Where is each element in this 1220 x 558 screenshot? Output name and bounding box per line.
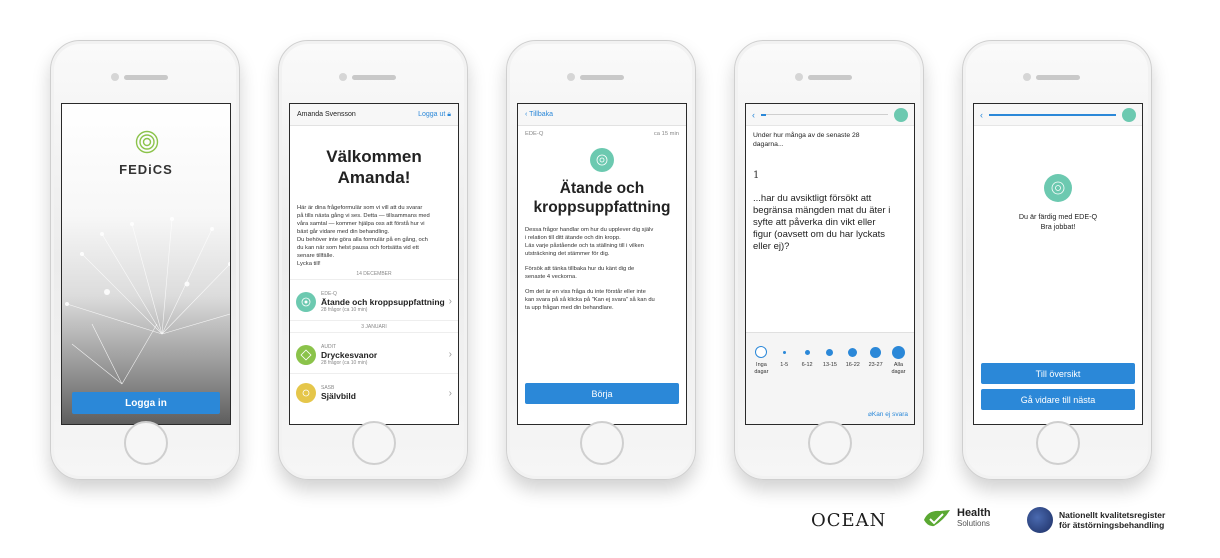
form-item-audit[interactable]: AUDIT Dryckesvanor 28 frågor (ca 10 min)… bbox=[290, 336, 458, 374]
form-description: Dessa frågor handlar om hur du upplever … bbox=[525, 227, 655, 311]
form-title: Ätande och kroppsuppfattning bbox=[533, 180, 671, 216]
login-screen: FEDiCS Logga in bbox=[61, 103, 231, 425]
next-form-button[interactable]: Gå vidare till nästa bbox=[981, 389, 1135, 410]
phone-login: FEDiCS Logga in bbox=[50, 40, 240, 480]
date-separator: 14 DECEMBER bbox=[290, 271, 458, 280]
question-number: 1 bbox=[753, 170, 760, 181]
answer-option[interactable]: 23-27 bbox=[866, 345, 886, 375]
login-button[interactable]: Logga in bbox=[72, 392, 220, 414]
chevron-right-icon: › bbox=[448, 387, 452, 399]
complete-screen: ‹ Du är färdig med EDE-Q Bra jobbat! Til… bbox=[973, 103, 1143, 425]
question-subtitle: Under hur många av de senaste 28 dagarna… bbox=[753, 132, 860, 148]
home-button[interactable] bbox=[580, 421, 624, 465]
question-screen: ‹ Under hur många av de senaste 28 dagar… bbox=[745, 103, 915, 425]
logout-link[interactable]: Logga ut 🔒︎ bbox=[418, 111, 451, 119]
form-item-edeq[interactable]: EDE-Q Ätande och kroppsuppfattning 28 fr… bbox=[290, 283, 458, 321]
home-button[interactable] bbox=[352, 421, 396, 465]
answer-option[interactable]: Inga dagar bbox=[751, 345, 771, 375]
form-code: EDE-Q bbox=[525, 131, 544, 137]
chevron-left-icon[interactable]: ‹ bbox=[980, 110, 983, 120]
form-duration: ca 15 min bbox=[653, 131, 679, 137]
back-link[interactable]: ‹ Tillbaka bbox=[525, 111, 553, 118]
home-button[interactable] bbox=[1036, 421, 1080, 465]
top-bar: ‹ Tillbaka bbox=[518, 104, 686, 126]
flower-icon bbox=[590, 148, 614, 172]
ocean-logo: OCEAN bbox=[811, 510, 887, 531]
phone-complete: ‹ Du är färdig med EDE-Q Bra jobbat! Til… bbox=[962, 40, 1152, 480]
question-text: ...har du avsiktligt försökt att begräns… bbox=[753, 193, 891, 252]
chevron-left-icon: ‹ bbox=[525, 111, 528, 118]
progress-fill bbox=[989, 113, 1116, 116]
start-button[interactable]: Börja bbox=[525, 383, 679, 404]
form-intro-screen: ‹ Tillbaka EDE-Q ca 15 min Ätande och kr… bbox=[517, 103, 687, 425]
lock-icon: 🔒︎ bbox=[447, 110, 451, 118]
flower-icon bbox=[1122, 107, 1136, 122]
answer-scale: Inga dagar 1-5 6-12 13-15 16-22 23-27 All… bbox=[746, 332, 914, 424]
intro-text: Här är dina frågeformulär som vi vill at… bbox=[297, 205, 430, 267]
checkmark-icon bbox=[924, 510, 950, 527]
cant-answer-link[interactable]: ⌀Kan ej svara bbox=[868, 410, 908, 418]
riksat-logo: Nationellt kvalitetsregister för ätstörn… bbox=[1027, 507, 1165, 533]
home-button[interactable] bbox=[124, 421, 168, 465]
answer-option[interactable]: 13-15 bbox=[820, 345, 840, 375]
welcome-heading: Välkommen Amanda! bbox=[326, 147, 422, 187]
answer-option[interactable]: 6-12 bbox=[797, 345, 817, 375]
fedics-logo-icon bbox=[135, 130, 159, 154]
completion-message: Du är färdig med EDE-Q Bra jobbat! bbox=[1018, 212, 1098, 231]
overview-button[interactable]: Till översikt bbox=[981, 363, 1135, 384]
chevron-right-icon: › bbox=[448, 349, 452, 360]
flower-icon bbox=[894, 107, 908, 122]
phone-question: ‹ Under hur många av de senaste 28 dagar… bbox=[734, 40, 924, 480]
answer-option[interactable]: 1-5 bbox=[774, 345, 794, 375]
answer-option[interactable]: Alla dagar bbox=[888, 345, 908, 375]
phone-form-intro: ‹ Tillbaka EDE-Q ca 15 min Ätande och kr… bbox=[506, 40, 696, 480]
user-name: Amanda Svensson bbox=[297, 111, 356, 118]
progress-fill bbox=[761, 113, 767, 116]
chevron-right-icon: › bbox=[448, 296, 452, 307]
registry-badge-icon bbox=[1027, 507, 1053, 533]
brand-name: FEDiCS bbox=[119, 162, 173, 177]
chevron-left-icon[interactable]: ‹ bbox=[752, 110, 755, 120]
phone-overview: Amanda Svensson Logga ut 🔒︎ Välkommen Am… bbox=[278, 40, 468, 480]
diamond-icon bbox=[296, 344, 316, 365]
flower-icon bbox=[1044, 174, 1072, 202]
overview-screen: Amanda Svensson Logga ut 🔒︎ Välkommen Am… bbox=[289, 103, 459, 425]
form-item-sasb[interactable]: SASB Självbild › bbox=[290, 374, 458, 412]
top-bar: Amanda Svensson Logga ut 🔒︎ bbox=[290, 104, 458, 126]
flower-icon bbox=[296, 291, 316, 312]
progress-bar: ‹ bbox=[746, 104, 914, 126]
progress-bar: ‹ bbox=[974, 104, 1142, 126]
date-separator: 3 JANUARI bbox=[290, 324, 458, 333]
answer-option[interactable]: 16-22 bbox=[843, 345, 863, 375]
health-solutions-logo: Health Solutions bbox=[922, 508, 991, 528]
home-button[interactable] bbox=[808, 421, 852, 465]
sun-icon bbox=[296, 383, 316, 403]
